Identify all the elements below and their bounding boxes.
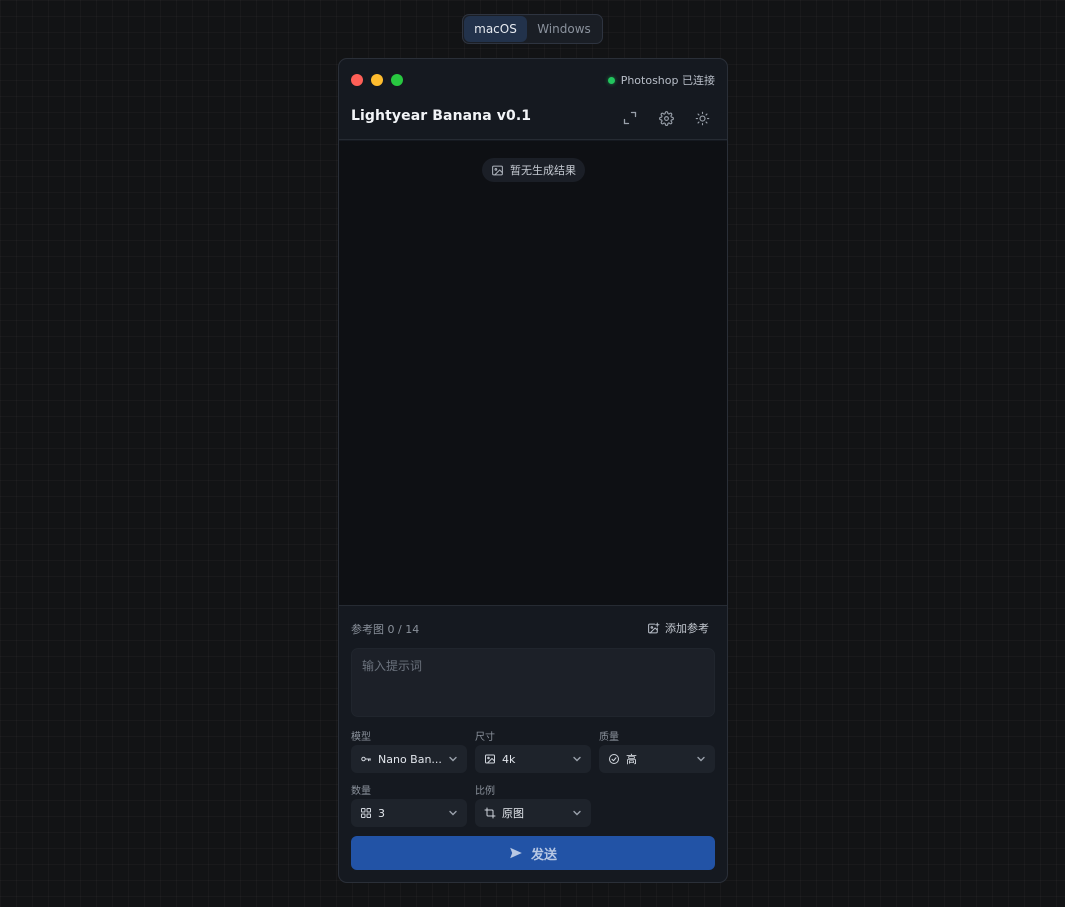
app-header: Lightyear Banana v0.1 [339,99,727,140]
model-label: 模型 [351,732,371,743]
close-window-button[interactable] [351,74,363,86]
result-canvas: 暂无生成结果 [339,141,727,606]
check-circle-icon [609,754,619,764]
grid-icon [361,808,371,818]
tab-macos[interactable]: macOS [464,16,527,42]
connection-status-text: Photoshop 已连接 [620,74,715,87]
chevron-down-icon [449,810,457,816]
chevron-down-icon [449,756,457,762]
expand-icon [623,111,637,125]
ratio-label: 比例 [475,786,495,797]
size-select[interactable]: 4k [475,745,591,773]
send-button[interactable]: 发送 [351,836,715,870]
count-select[interactable]: 3 [351,799,467,827]
prompt-input[interactable] [351,648,715,717]
key-icon [361,756,371,762]
zoom-window-button[interactable] [391,74,403,86]
send-label: 发送 [530,847,557,863]
theme-toggle-button[interactable] [691,107,713,129]
add-reference-label: 添加参考 [665,622,709,635]
connection-status: Photoshop 已连接 [607,72,715,88]
quality-label: 质量 [599,732,619,743]
empty-result-badge: 暂无生成结果 [482,158,585,182]
title-bar: Photoshop 已连接 [339,59,727,99]
quality-value: 高 [626,753,637,766]
add-reference-button[interactable]: 添加参考 [647,620,709,636]
count-value: 3 [378,806,385,820]
chevron-down-icon [573,756,581,762]
ratio-value: 原图 [502,807,524,820]
tab-windows[interactable]: Windows [527,16,601,42]
model-select[interactable]: Nano Ban... [351,745,467,773]
os-switcher: macOS Windows [462,14,603,44]
chevron-down-icon [573,810,581,816]
sun-icon [695,111,709,125]
size-value: 4k [502,752,516,766]
quality-select[interactable]: 高 [599,745,715,773]
expand-button[interactable] [619,107,641,129]
send-icon [510,847,522,859]
reference-count: 参考图 0 / 14 [351,623,420,636]
ratio-select[interactable]: 原图 [475,799,591,827]
chevron-down-icon [697,756,705,762]
size-label: 尺寸 [475,732,495,743]
add-image-icon [648,622,660,633]
app-title: Lightyear Banana v0.1 [351,108,532,124]
status-dot-icon [607,76,615,84]
minimize-window-button[interactable] [371,74,383,86]
settings-button[interactable] [655,107,677,129]
empty-result-text: 暂无生成结果 [510,164,576,177]
gear-icon [658,110,674,126]
count-label: 数量 [351,786,371,797]
crop-icon [484,807,496,819]
image-icon [485,754,495,764]
image-icon [492,165,503,175]
model-value: Nano Ban... [378,752,442,766]
app-window: Photoshop 已连接 Lightyear Banana v0.1 暂无生成… [338,58,728,883]
